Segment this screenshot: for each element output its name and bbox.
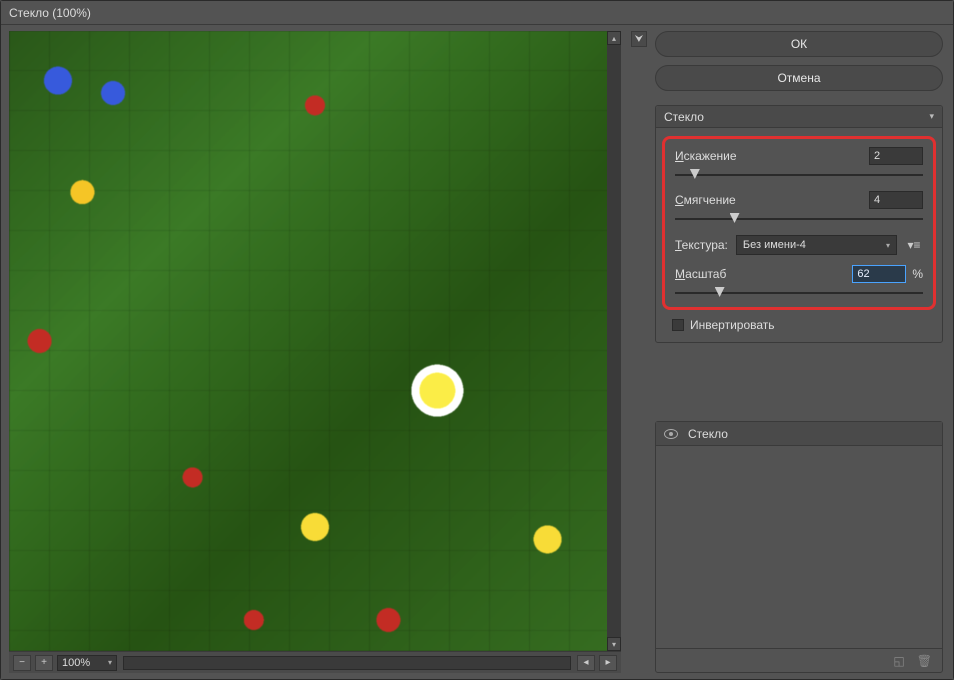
- smoothness-label: Смягчение: [675, 193, 736, 207]
- scale-unit: %: [912, 267, 923, 281]
- zoom-level-value: 100%: [62, 657, 90, 669]
- texture-label: Текстура:: [675, 238, 728, 252]
- scroll-left-button[interactable]: ◂: [577, 655, 595, 671]
- scale-slider[interactable]: [675, 287, 923, 299]
- texture-selected-value: Без имени-4: [743, 239, 806, 251]
- invert-row: Инвертировать: [656, 314, 942, 332]
- smoothness-param: Смягчение: [675, 191, 923, 225]
- filter-settings-group: Стекло ▾ Искажение: [655, 105, 943, 343]
- horizontal-scrollbar[interactable]: [123, 656, 571, 670]
- window-title: Стекло (100%): [9, 6, 91, 20]
- chevron-down-icon: ▾: [886, 241, 890, 250]
- texture-param: Текстура: Без имени-4 ▾ ▾≡: [675, 235, 923, 255]
- zoom-out-button[interactable]: −: [13, 655, 31, 671]
- scroll-right-button[interactable]: ▸: [599, 655, 617, 671]
- controls-pane: ⮟ ОК Отмена Стекло ▾ Искажение: [621, 25, 953, 679]
- effect-layer-name: Стекло: [688, 427, 728, 441]
- chevron-down-icon: ▾: [108, 658, 112, 667]
- filter-name-dropdown[interactable]: Стекло ▾: [656, 106, 942, 128]
- distortion-param: Искажение: [675, 147, 923, 181]
- effect-layer-row[interactable]: Стекло: [656, 422, 942, 446]
- smoothness-input[interactable]: [869, 191, 923, 209]
- smoothness-slider[interactable]: [675, 213, 923, 225]
- highlighted-params: Искажение Смягчение: [662, 136, 936, 310]
- chevron-down-icon: ▾: [929, 111, 934, 122]
- cancel-button[interactable]: Отмена: [655, 65, 943, 91]
- zoom-level-select[interactable]: 100% ▾: [57, 655, 117, 671]
- collapse-panel-button[interactable]: ⮟: [631, 31, 647, 47]
- dialog-body: ▴ ▾ − + 100% ▾ ◂ ▸ ⮟: [1, 25, 953, 679]
- texture-menu-icon[interactable]: ▾≡: [905, 238, 923, 252]
- effect-layers-panel: Стекло ◱ 🗑: [655, 421, 943, 673]
- visibility-eye-icon[interactable]: [664, 429, 678, 439]
- scroll-down-arrow[interactable]: ▾: [607, 637, 621, 651]
- delete-effect-layer-icon[interactable]: 🗑: [917, 654, 932, 668]
- distortion-slider[interactable]: [675, 169, 923, 181]
- filter-name-label: Стекло: [664, 110, 704, 124]
- filter-gallery-dialog: Стекло (100%) ▴ ▾ − + 100% ▾ ◂: [0, 0, 954, 680]
- titlebar[interactable]: Стекло (100%): [1, 1, 953, 25]
- invert-label: Инвертировать: [690, 318, 775, 332]
- preview-frame[interactable]: ▴ ▾: [9, 31, 621, 651]
- preview-pane: ▴ ▾ − + 100% ▾ ◂ ▸: [1, 25, 621, 679]
- scale-param: Масштаб %: [675, 265, 923, 299]
- distortion-input[interactable]: [869, 147, 923, 165]
- preview-image: [9, 31, 621, 651]
- vertical-scrollbar[interactable]: ▴ ▾: [607, 31, 621, 651]
- new-effect-layer-icon[interactable]: ◱: [893, 654, 904, 668]
- layers-empty-area: [656, 446, 942, 648]
- scroll-track[interactable]: [607, 45, 621, 637]
- scroll-up-arrow[interactable]: ▴: [607, 31, 621, 45]
- invert-checkbox[interactable]: [672, 319, 684, 331]
- scale-label: Масштаб: [675, 267, 726, 281]
- layers-footer: ◱ 🗑: [656, 648, 942, 672]
- scale-input[interactable]: [852, 265, 906, 283]
- preview-bottom-bar: − + 100% ▾ ◂ ▸: [9, 651, 621, 673]
- texture-select[interactable]: Без имени-4 ▾: [736, 235, 897, 255]
- ok-button[interactable]: ОК: [655, 31, 943, 57]
- distortion-label: Искажение: [675, 149, 737, 163]
- zoom-in-button[interactable]: +: [35, 655, 53, 671]
